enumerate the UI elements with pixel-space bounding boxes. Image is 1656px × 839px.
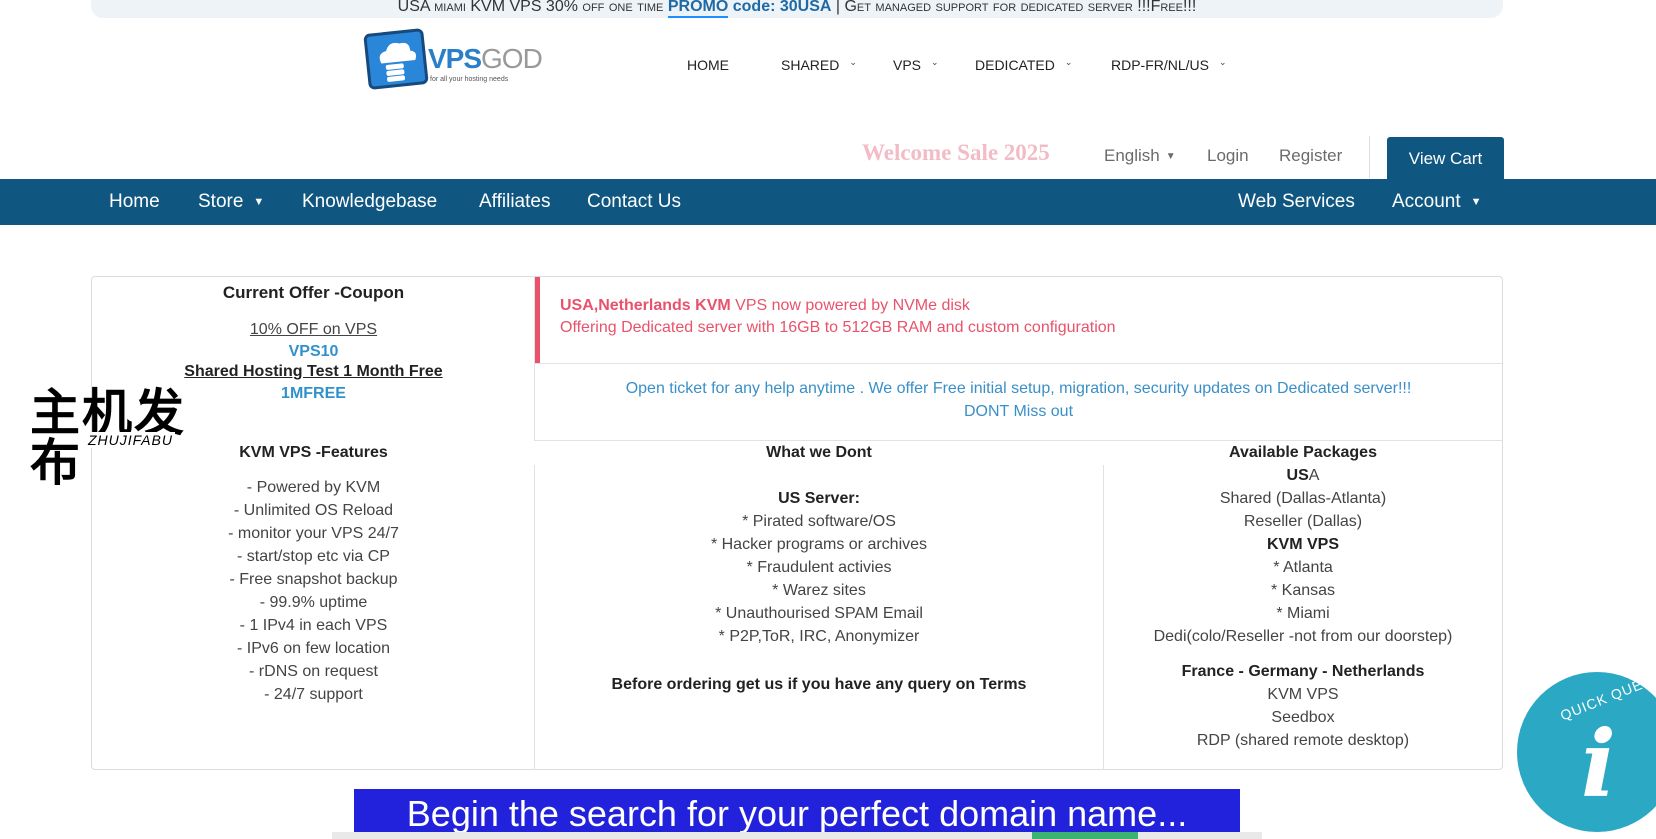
nav-affiliates[interactable]: Affiliates <box>479 179 550 225</box>
packages-column: Available Packages USA Shared (Dallas-At… <box>1104 441 1502 752</box>
promo-word: PROMO <box>667 0 729 18</box>
list-item: * Warez sites <box>772 582 866 599</box>
packages-title: Available Packages <box>1229 444 1377 461</box>
welcome-sale-banner[interactable]: Welcome Sale 2025 <box>862 140 1050 166</box>
nav-contact-us[interactable]: Contact Us <box>587 179 681 225</box>
list-item: Dedi(colo/Reseller -not from our doorste… <box>1153 628 1453 645</box>
login-link[interactable]: Login <box>1207 146 1249 166</box>
view-cart-button[interactable]: View Cart <box>1387 137 1504 180</box>
list-item: Shared (Dallas-Atlanta) <box>1219 490 1387 507</box>
alert-text: VPS now powered by NVMe disk <box>730 297 970 314</box>
packages-usa-heading: USA <box>1286 467 1320 484</box>
list-item: KVM VPS <box>1267 686 1339 703</box>
list-item: Reseller (Dallas) <box>1243 513 1363 530</box>
support-notice: Open ticket for any help anytime . We of… <box>535 377 1502 423</box>
alert-line-2: Offering Dedicated server with 16GB to 5… <box>560 319 1116 336</box>
domain-search-button[interactable] <box>1032 832 1138 839</box>
support-notice-line-2: DONT Miss out <box>963 403 1074 420</box>
list-item: * Unauthourised SPAM Email <box>715 605 923 622</box>
coupon-title: Current Offer -Coupon <box>222 283 405 302</box>
list-item: Seedbox <box>1271 709 1335 726</box>
alert-highlight: USA,Netherlands KVM <box>560 297 731 314</box>
top-nav: HOME SHARED ⌄ VPS ⌄ DEDICATED ⌄ RDP-FR/NL/U… <box>0 57 1656 77</box>
coupon-code-vps: VPS10 <box>288 343 339 360</box>
list-item: * Fraudulent activies <box>746 559 892 576</box>
info-icon: i <box>1581 710 1616 818</box>
chevron-down-icon: ⌄ <box>931 57 939 67</box>
main-nav: Home Store ▼ Knowledgebase Affiliates Con… <box>0 179 1656 225</box>
topnav-home[interactable]: HOME <box>687 57 729 73</box>
caret-down-icon: ▼ <box>253 196 265 208</box>
support-notice-line-1: Open ticket for any help anytime . We of… <box>625 380 1412 397</box>
list-item: * P2P,ToR, IRC, Anonymizer <box>718 628 920 645</box>
restrictions-footer: Before ordering get us if you have any q… <box>611 676 1027 693</box>
restrictions-subtitle: US Server: <box>778 490 860 507</box>
list-item: - 24/7 support <box>264 686 363 703</box>
language-selector[interactable]: English ▼ <box>1104 146 1176 166</box>
promo-banner: USA miami KVM VPS 30% off one time PROMO… <box>91 0 1503 18</box>
list-item: - monitor your VPS 24/7 <box>228 525 399 542</box>
list-item: RDP (shared remote desktop) <box>1196 732 1410 749</box>
offers-panel: Current Offer -Coupon 10% OFF on VPS VPS… <box>91 276 1503 770</box>
list-item: - 99.9% uptime <box>259 594 368 611</box>
chevron-down-icon: ⌄ <box>849 57 857 67</box>
nav-home[interactable]: Home <box>109 179 160 225</box>
register-link[interactable]: Register <box>1279 146 1342 166</box>
list-item: - 1 IPv4 in each VPS <box>239 617 388 634</box>
topnav-vps[interactable]: VPS ⌄ <box>893 57 939 73</box>
list-item: * Pirated software/OS <box>742 513 896 530</box>
coupon-offer-vps: 10% OFF on VPS <box>249 321 378 338</box>
packages-kvm-heading: KVM VPS <box>1266 536 1339 553</box>
list-item: - rDNS on request <box>249 663 378 680</box>
divider <box>535 363 1502 364</box>
promo-text: USA miami KVM VPS 30% off one time <box>397 0 668 15</box>
promo-text-2: | Get managed support for dedicated serv… <box>831 0 1197 15</box>
list-item: * Miami <box>1276 605 1330 622</box>
coupon-offer-shared: Shared Hosting Test 1 Month Free <box>184 363 443 380</box>
restrictions-column: What we Dont US Server: * Pirated softwa… <box>535 441 1103 696</box>
list-item: * Atlanta <box>1273 559 1333 576</box>
list-item: - IPv6 on few location <box>237 640 390 657</box>
nav-knowledgebase[interactable]: Knowledgebase <box>302 179 437 225</box>
watermark-logo: 主机发布 ZHUJIFABU <box>30 388 230 488</box>
nav-store[interactable]: Store ▼ <box>198 179 264 227</box>
topnav-shared[interactable]: SHARED ⌄ <box>781 57 857 73</box>
list-item: - Unlimited OS Reload <box>233 502 394 519</box>
logo-tagline: for all your hosting needs <box>430 76 509 83</box>
topnav-dedicated[interactable]: DEDICATED ⌄ <box>975 57 1072 73</box>
nvme-alert: USA,Netherlands KVM VPS now powered by N… <box>535 277 1502 363</box>
quick-quest-widget[interactable]: QUICK QUEST i <box>1517 672 1656 832</box>
nav-account[interactable]: Account ▼ <box>1392 179 1482 227</box>
caret-down-icon: ▼ <box>1470 196 1482 208</box>
list-item: * Kansas <box>1270 582 1336 599</box>
topnav-rdp[interactable]: RDP-FR/NL/US ⌄ <box>1111 57 1227 73</box>
list-item: - start/stop etc via CP <box>237 548 390 565</box>
nav-web-services[interactable]: Web Services <box>1238 179 1355 225</box>
packages-eu-heading: France - Germany - Netherlands <box>1181 663 1425 680</box>
caret-down-icon: ▼ <box>1165 151 1176 162</box>
watermark-en: ZHUJIFABU <box>86 432 175 448</box>
list-item: - Free snapshot backup <box>229 571 398 588</box>
restrictions-title: What we Dont <box>766 444 872 461</box>
chevron-down-icon: ⌄ <box>1219 57 1227 67</box>
domain-search-bar[interactable] <box>332 832 1262 839</box>
divider <box>1369 136 1370 178</box>
list-item: * Hacker programs or archives <box>710 536 928 553</box>
chevron-down-icon: ⌄ <box>1064 57 1073 67</box>
promo-code: code: 30USA <box>728 0 832 15</box>
